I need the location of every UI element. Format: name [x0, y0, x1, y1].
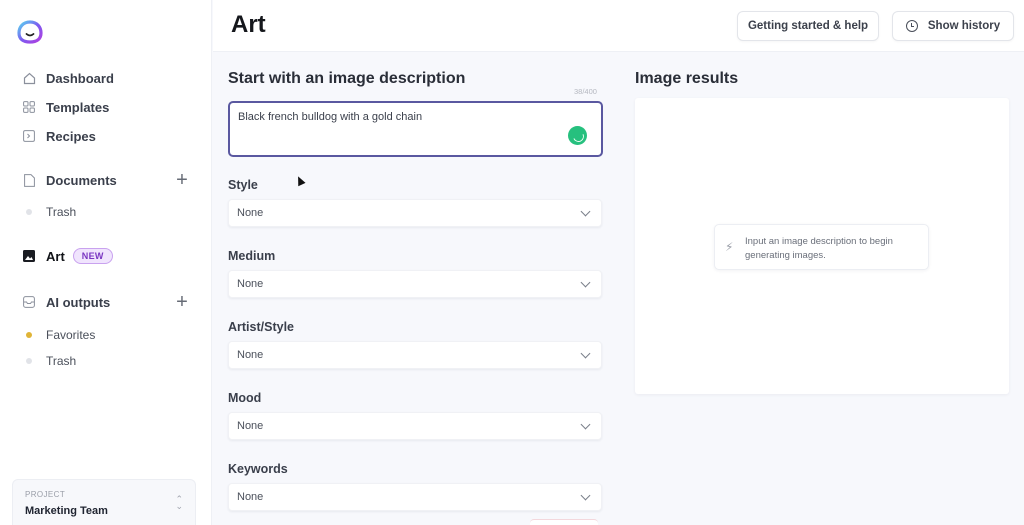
- sidebar-item-templates[interactable]: Templates: [22, 97, 109, 117]
- sidebar-item-favorites[interactable]: Favorites: [22, 325, 95, 345]
- generate-button[interactable]: [530, 519, 598, 525]
- button-label: Getting started & help: [747, 20, 869, 32]
- sidebar-item-dashboard[interactable]: Dashboard: [22, 68, 114, 88]
- chevron-up-down-icon: ⌃ ⌄: [175, 494, 183, 511]
- medium-select[interactable]: None: [228, 270, 602, 298]
- sidebar-item-label: Favorites: [46, 328, 96, 342]
- add-document-button[interactable]: +: [174, 170, 190, 190]
- select-value: None: [237, 207, 264, 219]
- mood-label: Mood: [228, 391, 262, 405]
- select-value: None: [237, 349, 264, 361]
- mouse-cursor-icon: [294, 174, 306, 187]
- form-title: Start with an image description: [228, 70, 466, 87]
- project-label: PROJECT: [25, 490, 66, 499]
- image-description-input[interactable]: Black french bulldog with a gold chain: [228, 101, 603, 157]
- sidebar-item-label: Recipes: [46, 128, 96, 144]
- sidebar-item-label: Trash: [46, 205, 77, 219]
- getting-started-help-button[interactable]: Getting started & help: [737, 11, 879, 41]
- artist-style-label: Artist/Style: [228, 320, 294, 334]
- select-value: None: [237, 278, 264, 290]
- chevron-down-icon: [580, 348, 591, 358]
- style-select[interactable]: None: [228, 199, 602, 227]
- empty-state-hint: ⚡︎ Input an image description to begin g…: [714, 224, 929, 270]
- character-counter: 38/400: [574, 87, 597, 96]
- project-switcher[interactable]: PROJECT Marketing Team ⌃ ⌄: [12, 479, 196, 525]
- select-value: None: [237, 491, 264, 503]
- sidebar-item-label: Trash: [46, 354, 77, 368]
- medium-label: Medium: [228, 249, 276, 263]
- sidebar-item-label: Dashboard: [46, 70, 114, 86]
- document-icon: [22, 173, 36, 187]
- artist-style-select[interactable]: None: [228, 341, 602, 369]
- project-name: Marketing Team: [25, 505, 108, 517]
- sidebar-item-documents[interactable]: Documents: [22, 170, 117, 190]
- keywords-label: Keywords: [228, 462, 288, 476]
- sidebar-item-label: Documents: [46, 172, 117, 188]
- prompt-text: Black french bulldog with a gold chain: [238, 111, 423, 123]
- results-title: Image results: [635, 70, 739, 87]
- sidebar-item-recipes[interactable]: Recipes: [22, 126, 96, 146]
- chevron-down-icon: [580, 419, 591, 429]
- sidebar-item-documents-trash[interactable]: Trash: [22, 202, 76, 222]
- sidebar-item-label: AI outputs: [46, 294, 111, 310]
- mood-select[interactable]: None: [228, 412, 602, 440]
- sidebar-item-art[interactable]: Art NEW: [22, 246, 113, 266]
- inbox-icon: [22, 295, 36, 309]
- clock-icon: [905, 20, 918, 32]
- chevron-down-icon: [580, 206, 591, 216]
- bullet-icon: [26, 209, 32, 215]
- grid-icon: [22, 100, 36, 114]
- style-label: Style: [228, 178, 258, 192]
- sidebar-item-ai-outputs[interactable]: AI outputs: [22, 292, 110, 312]
- sidebar: Dashboard Templates Recipes Documents + …: [0, 0, 212, 525]
- new-badge: NEW: [72, 248, 113, 264]
- select-value: None: [237, 420, 264, 432]
- app-logo-icon[interactable]: [17, 20, 43, 44]
- sidebar-item-label: Templates: [46, 99, 110, 115]
- show-history-button[interactable]: Show history: [892, 11, 1014, 41]
- loading-spinner-icon: [568, 126, 587, 145]
- chevron-down-icon: [580, 490, 591, 500]
- add-ai-output-button[interactable]: +: [174, 292, 190, 312]
- bullet-icon: [26, 358, 32, 364]
- keywords-select[interactable]: None: [228, 483, 602, 511]
- chevron-down-icon: [580, 277, 591, 287]
- page-header: Art Getting started & help Show history: [213, 0, 1024, 52]
- sidebar-item-ai-outputs-trash[interactable]: Trash: [22, 351, 76, 371]
- favorite-dot-icon: [26, 332, 32, 338]
- page-title: Art: [231, 11, 266, 38]
- image-icon: [22, 249, 36, 263]
- home-icon: [22, 71, 36, 85]
- sidebar-item-label: Art: [46, 248, 65, 264]
- hint-text: Input an image description to begin gene…: [745, 236, 893, 261]
- recipe-icon: [22, 129, 36, 143]
- lightning-icon: ⚡︎: [725, 240, 734, 254]
- button-label: Show history: [927, 20, 1001, 32]
